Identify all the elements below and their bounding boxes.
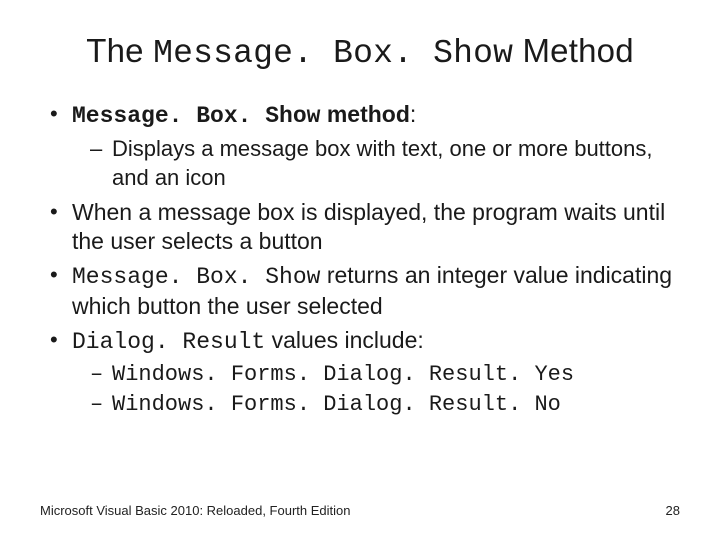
bullet-1: Message. Box. Show method: Displays a me… [46, 100, 680, 192]
b3-code: Message. Box. Show [72, 264, 320, 290]
slide-title: The Message. Box. Show Method [40, 32, 680, 72]
b1-post: : [410, 101, 416, 127]
bullet-3: Message. Box. Show returns an integer va… [46, 261, 680, 322]
footer-book: Microsoft Visual Basic 2010: Reloaded, F… [40, 503, 350, 518]
footer: Microsoft Visual Basic 2010: Reloaded, F… [40, 503, 680, 518]
b4-code: Dialog. Result [72, 329, 265, 355]
title-post: Method [513, 32, 634, 69]
b1-sub1: Displays a message box with text, one or… [90, 135, 680, 191]
title-code: Message. Box. Show [153, 35, 513, 72]
footer-page: 28 [666, 503, 680, 518]
b4-sublist: Windows. Forms. Dialog. Result. Yes Wind… [90, 361, 680, 419]
bullet-list: Message. Box. Show method: Displays a me… [46, 100, 680, 419]
b4-sub1: Windows. Forms. Dialog. Result. Yes [90, 361, 680, 389]
b1-bold-post: method [320, 101, 409, 127]
bullet-4: Dialog. Result values include: Windows. … [46, 326, 680, 420]
bullet-2: When a message box is displayed, the pro… [46, 198, 680, 257]
b4-sub2: Windows. Forms. Dialog. Result. No [90, 391, 680, 419]
b1-sublist: Displays a message box with text, one or… [90, 135, 680, 191]
b4-post: values include: [265, 327, 424, 353]
slide: The Message. Box. Show Method Message. B… [0, 0, 720, 540]
b1-code: Message. Box. Show [72, 103, 320, 129]
title-pre: The [86, 32, 153, 69]
